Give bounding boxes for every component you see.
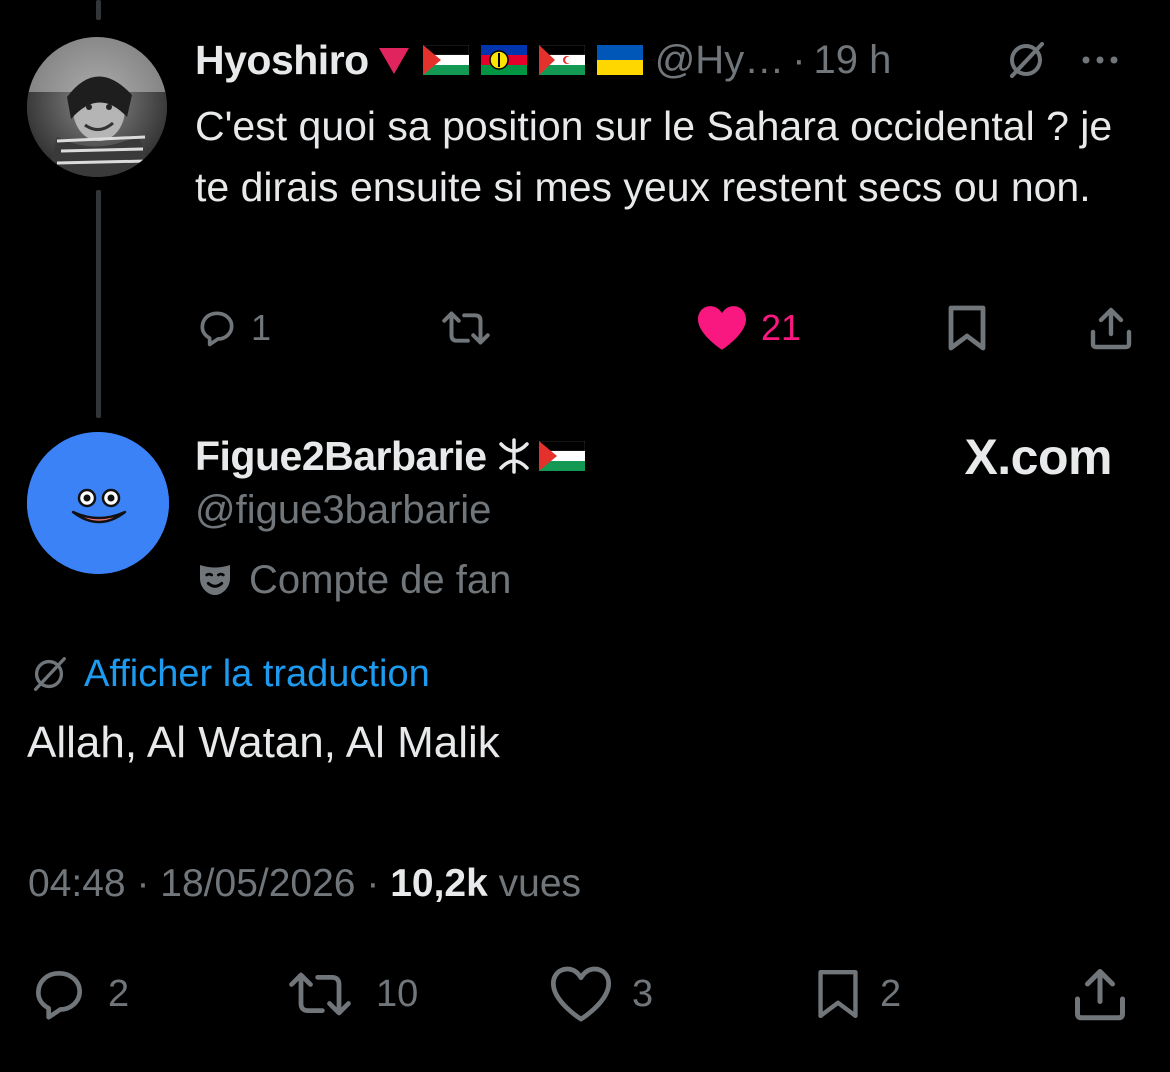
parent-action-bar: 1 21 — [195, 300, 1145, 356]
main-reply-count: 2 — [108, 972, 130, 1015]
main-repost-button[interactable]: 10 — [282, 962, 418, 1026]
parent-time[interactable]: 19 h — [814, 38, 892, 83]
parent-separator: · — [792, 37, 806, 82]
grok-icon[interactable] — [1004, 38, 1048, 82]
parent-reply-count: 1 — [251, 307, 272, 348]
thread-line — [96, 190, 101, 418]
tifinagh-yaz-icon — [498, 438, 529, 474]
grok-icon — [33, 657, 66, 691]
bookmark-icon — [948, 305, 986, 351]
parent-name-emojis — [377, 44, 643, 76]
heart-filled-icon — [698, 306, 746, 350]
main-like-button[interactable]: 3 — [548, 962, 653, 1026]
views-count[interactable]: 10,2k — [390, 862, 488, 905]
tweet-time[interactable]: 04:48 — [28, 862, 126, 905]
main-bookmark-count: 2 — [880, 972, 902, 1015]
parent-tweet-text: C'est quoi sa position sur le Sahara occ… — [195, 103, 1113, 210]
heart-icon — [550, 966, 612, 1022]
parent-bookmark-button[interactable] — [945, 300, 989, 356]
parent-like-button[interactable]: 21 — [695, 300, 801, 356]
more-icon[interactable] — [1078, 38, 1122, 82]
parent-like-count: 21 — [761, 307, 802, 348]
thread-line-top — [96, 0, 101, 20]
views-label: vues — [498, 862, 582, 905]
parent-header: Hyoshiro @Hy… · 19 h — [195, 34, 1150, 86]
parent-handle[interactable]: @Hy… — [655, 38, 785, 83]
reply-icon — [200, 311, 234, 347]
parent-reply-button[interactable]: 1 — [195, 300, 271, 356]
x-com-watermark: X.com — [964, 429, 1112, 485]
fan-account-label: Compte de fan — [249, 557, 512, 602]
theater-mask-icon — [200, 565, 230, 595]
main-display-name[interactable]: Figue2Barbarie — [195, 433, 487, 480]
translate-label: Afficher la traduction — [84, 652, 430, 695]
main-bookmark-button[interactable]: 2 — [814, 962, 901, 1026]
share-icon — [1075, 969, 1125, 1021]
red-triangle-down-icon — [378, 48, 409, 74]
bookmark-icon — [818, 970, 858, 1018]
meta-separator: · — [136, 862, 150, 905]
sahrawi-flag-icon — [538, 45, 585, 75]
translate-link[interactable]: Afficher la traduction — [28, 648, 430, 700]
main-reply-button[interactable]: 2 — [28, 962, 129, 1026]
main-like-count: 3 — [632, 972, 654, 1015]
main-handle[interactable]: @figue3barbarie — [195, 488, 491, 533]
tweet-meta: 04:48 · 18/05/2026 · 10,2k vues — [28, 862, 581, 906]
repost-icon — [289, 972, 351, 1016]
parent-repost-button[interactable] — [437, 300, 507, 356]
reply-icon — [36, 971, 82, 1020]
main-action-bar: 2 10 3 2 — [28, 962, 1138, 1026]
parent-display-name[interactable]: Hyoshiro — [195, 37, 369, 84]
parent-header-actions — [1004, 34, 1122, 86]
main-repost-count: 10 — [376, 972, 419, 1015]
kanak-flag-icon — [480, 45, 527, 75]
share-icon — [1090, 307, 1132, 350]
ukraine-flag-icon — [596, 45, 643, 75]
repost-icon — [442, 311, 490, 345]
main-tweet-text: Allah, Al Watan, Al Malik — [27, 718, 500, 767]
palestine-flag-icon — [422, 45, 469, 75]
fan-account-badge: Compte de fan — [195, 552, 511, 608]
main-name-emojis — [497, 436, 585, 476]
meta-separator: · — [366, 862, 380, 905]
parent-share-button[interactable] — [1087, 300, 1135, 356]
parent-avatar[interactable] — [27, 37, 167, 177]
palestine-flag-icon — [538, 441, 585, 471]
main-name-row: Figue2Barbarie — [195, 430, 585, 482]
main-avatar[interactable] — [27, 432, 169, 574]
main-share-button[interactable] — [1070, 962, 1130, 1026]
tweet-date[interactable]: 18/05/2026 — [160, 862, 355, 905]
